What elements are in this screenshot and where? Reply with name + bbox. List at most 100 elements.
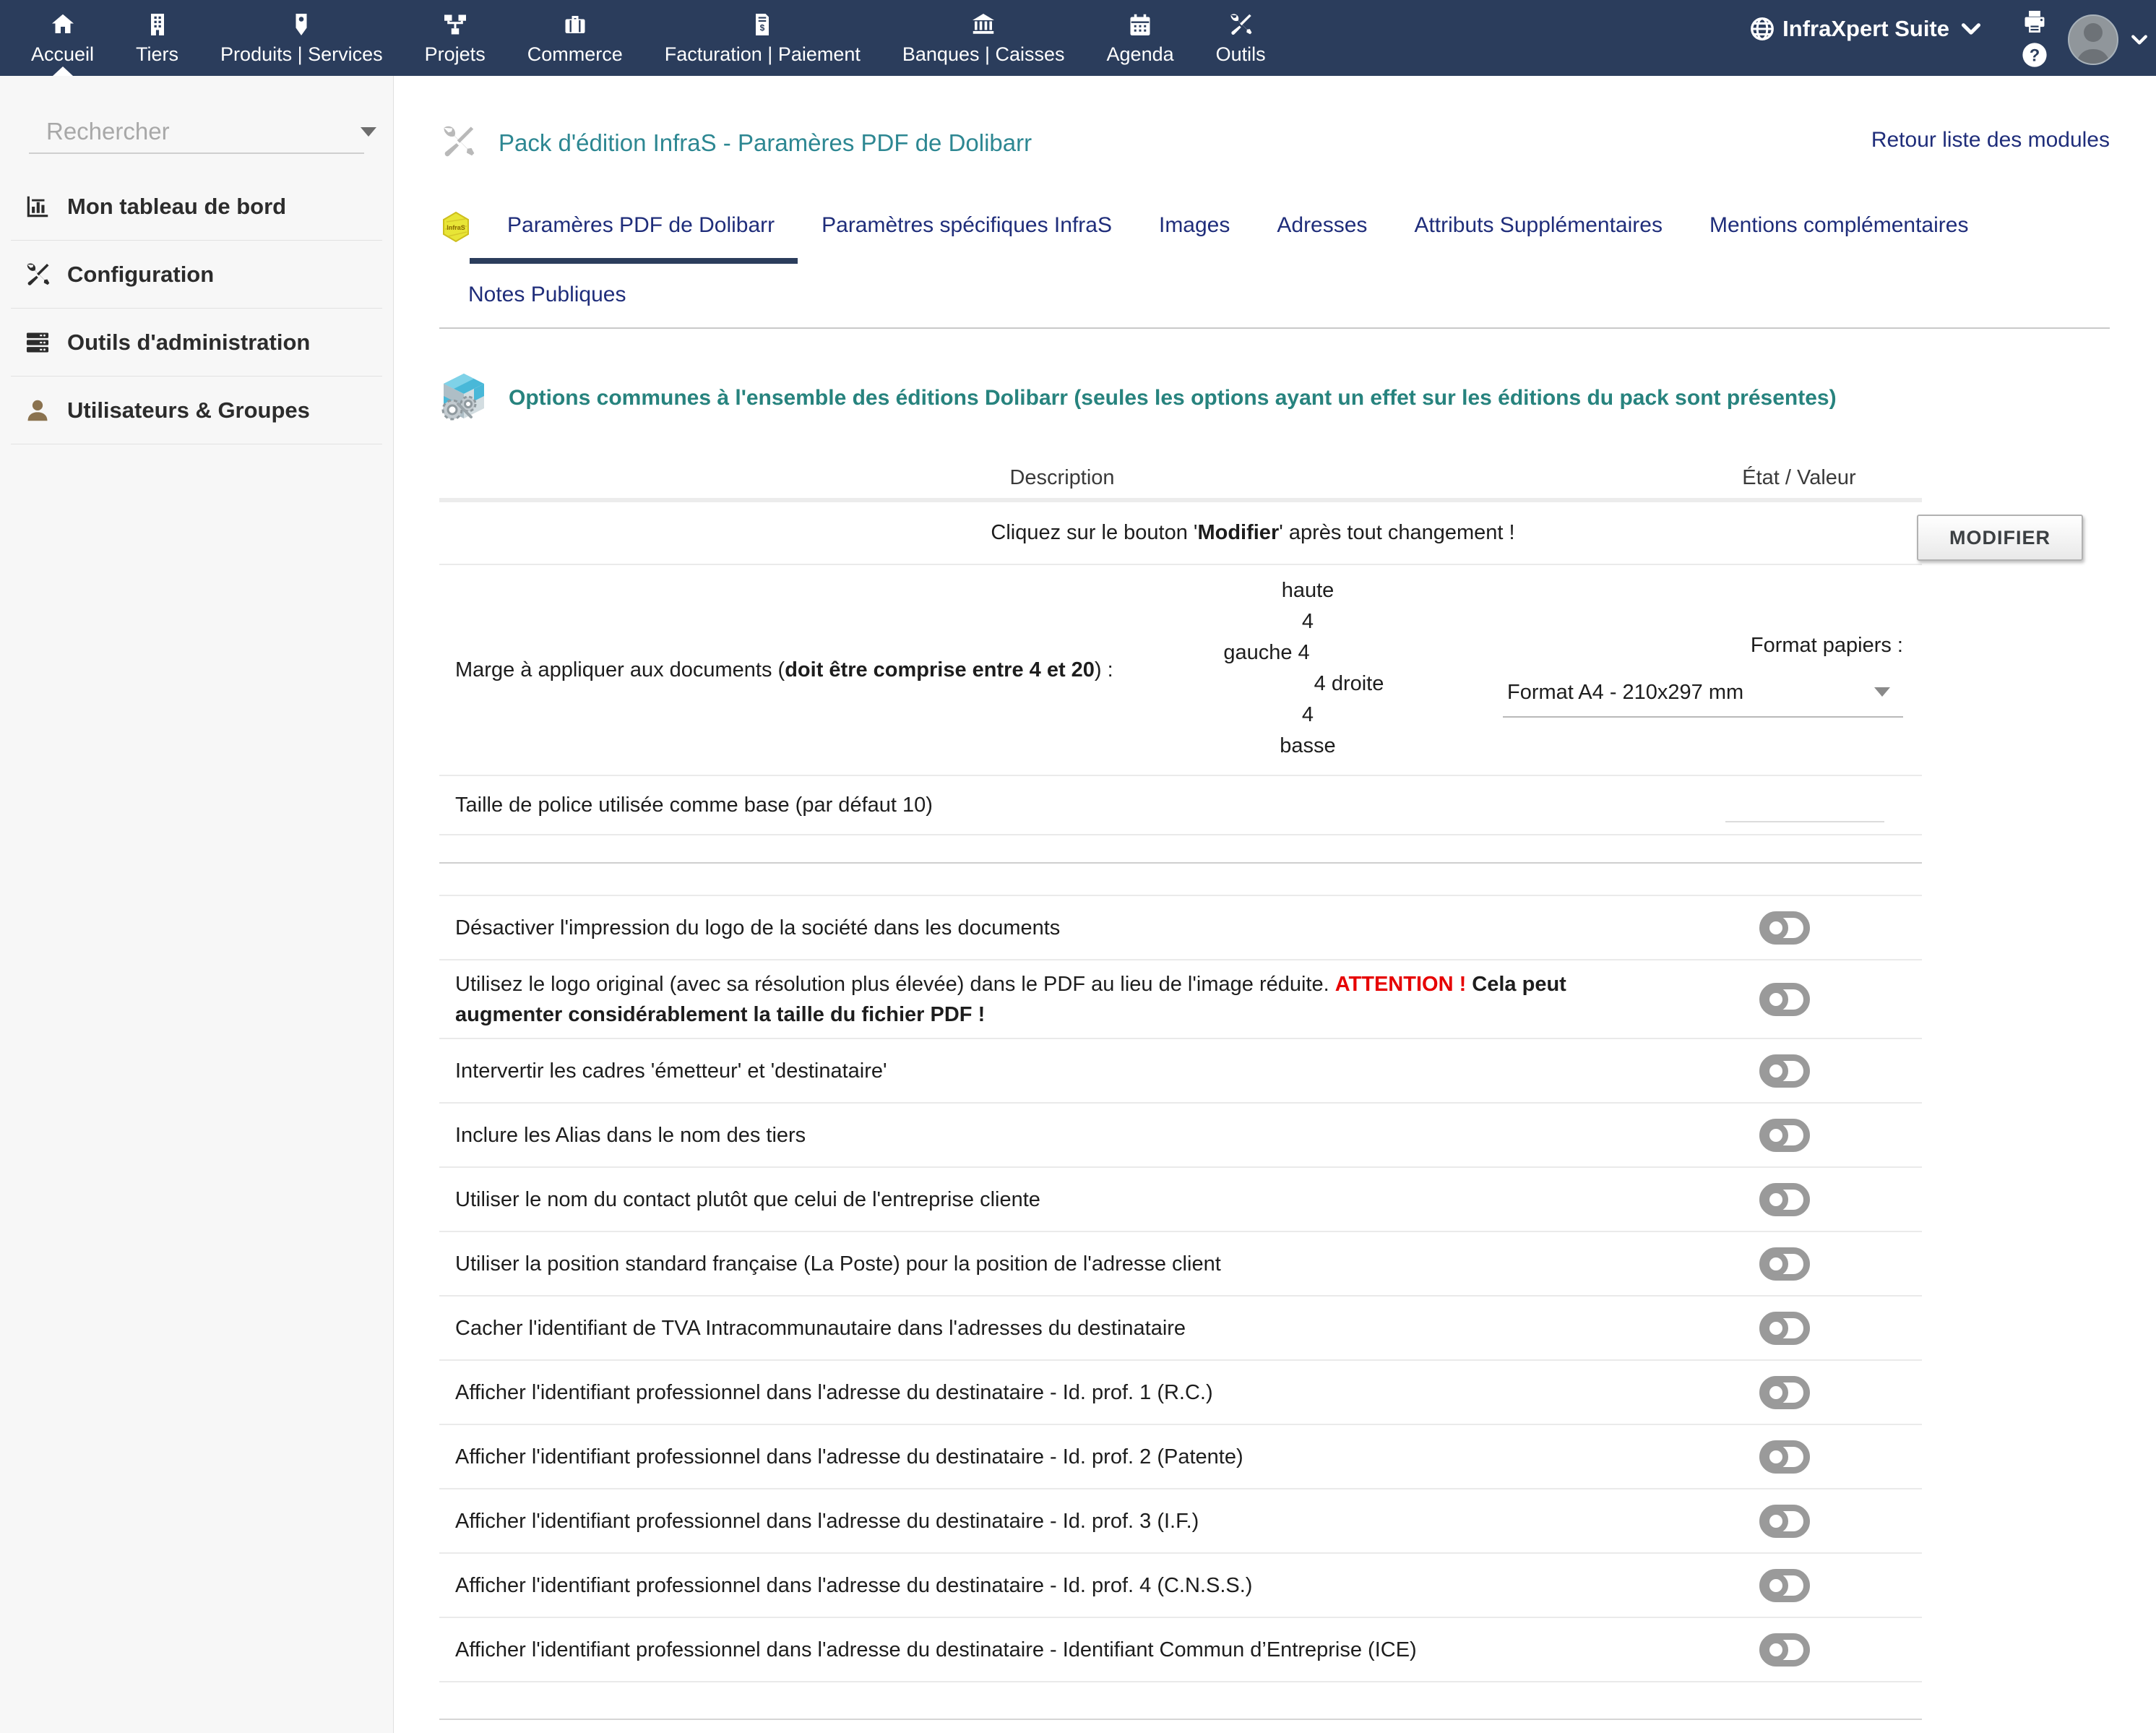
- search-box: [29, 111, 364, 154]
- table-row-toggle: Afficher l'identifiant professionnel dan…: [439, 1425, 1922, 1489]
- margins-values: haute 4 gauche 4 4 droite 4 basse: [1178, 575, 1438, 762]
- table-row-toggle: Inclure les Alias dans le nom des tiers: [439, 1104, 1922, 1168]
- nav-label: Produits | Services: [220, 43, 383, 66]
- nav-outils[interactable]: Outils: [1202, 0, 1280, 76]
- toggle-off-icon[interactable]: [1759, 982, 1811, 1017]
- table-row-font-size: Taille de police utilisée comme base (pa…: [439, 776, 1922, 835]
- tools-icon: [439, 123, 477, 164]
- sidebar-item-label: Mon tableau de bord: [67, 194, 286, 220]
- toggle-off-icon[interactable]: [1759, 1118, 1811, 1153]
- tab-notes-publiques[interactable]: Notes Publiques: [468, 283, 626, 307]
- font-size-input[interactable]: [1725, 788, 1884, 822]
- margin-left: gauche 4: [1137, 637, 1397, 668]
- tab-images[interactable]: Images: [1159, 213, 1230, 264]
- print-button[interactable]: [2020, 7, 2049, 36]
- paper-format-label: Format papiers :: [1503, 634, 1903, 658]
- top-navbar: Accueil Tiers Produits | Services Projet…: [0, 0, 2156, 76]
- option-label: Afficher l'identifiant professionnel dan…: [439, 1635, 1417, 1665]
- table-row-toggle: Afficher l'identifiant professionnel dan…: [439, 1361, 1922, 1425]
- margin-bottom-label: basse: [1178, 731, 1438, 762]
- nav-label: Banques | Caisses: [902, 43, 1065, 66]
- sidebar-item-label: Utilisateurs & Groupes: [67, 397, 310, 423]
- hint-bold: Modifier: [1197, 521, 1279, 544]
- toggle-off-icon[interactable]: [1759, 1311, 1811, 1346]
- table-row-margins: Marge à appliquer aux documents (doit êt…: [439, 565, 1922, 776]
- nav-accueil[interactable]: Accueil: [17, 0, 108, 76]
- hint-post: ' après tout changement !: [1279, 521, 1514, 544]
- avatar[interactable]: [2068, 14, 2118, 65]
- suitcase-icon: [562, 10, 588, 39]
- toggle-off-icon[interactable]: [1759, 1633, 1811, 1667]
- caret-down-icon: [1874, 687, 1890, 697]
- tab-adresses[interactable]: Adresses: [1277, 213, 1367, 264]
- main-content: Pack d'édition InfraS - Paramères PDF de…: [394, 76, 2156, 1733]
- search-input[interactable]: [45, 117, 355, 146]
- toggle-off-icon[interactable]: [1759, 1440, 1811, 1474]
- sidebar-item-label: Outils d'administration: [67, 330, 310, 356]
- nav-banques-caisses[interactable]: Banques | Caisses: [888, 0, 1079, 76]
- help-button[interactable]: [2020, 40, 2049, 69]
- table-row-toggle: Afficher l'identifiant professionnel dan…: [439, 1554, 1922, 1618]
- chevron-down-icon[interactable]: [2129, 29, 2150, 51]
- margin-bottom-value: 4: [1178, 700, 1438, 731]
- infras-logo-icon: [439, 210, 473, 244]
- warning-text: ATTENTION !: [1335, 973, 1467, 996]
- option-label: Cacher l'identifiant de TVA Intracommuna…: [439, 1313, 1186, 1343]
- font-size-label: Taille de police utilisée comme base (pa…: [439, 790, 933, 820]
- modify-hint: Cliquez sur le bouton 'Modifier' après t…: [439, 521, 1922, 545]
- nav-projets[interactable]: Projets: [410, 0, 500, 76]
- column-description: Description: [1009, 466, 1114, 490]
- search-caret-icon[interactable]: [361, 127, 376, 137]
- table-row-toggle: Désactiver l'impression du logo de la so…: [439, 896, 1922, 960]
- sidebar-item-label: Configuration: [67, 262, 214, 288]
- back-to-modules-link[interactable]: Retour liste des modules: [1871, 128, 2110, 152]
- toggle-off-icon[interactable]: [1759, 1054, 1811, 1088]
- option-label: Désactiver l'impression du logo de la so…: [439, 913, 1060, 943]
- tab-parametres-infras[interactable]: Paramètres spécifiques InfraS: [822, 213, 1112, 264]
- building-icon: [145, 10, 171, 39]
- toggle-off-icon[interactable]: [1759, 1504, 1811, 1539]
- sidebar-item-dashboard[interactable]: Mon tableau de bord: [11, 173, 382, 241]
- table-row-toggle: Utiliser la position standard française …: [439, 1232, 1922, 1296]
- nav-facturation-paiement[interactable]: Facturation | Paiement: [650, 0, 875, 76]
- nav-agenda[interactable]: Agenda: [1092, 0, 1189, 76]
- nav-commerce[interactable]: Commerce: [513, 0, 637, 76]
- calendar-icon: [1127, 10, 1153, 39]
- nav-label: Accueil: [31, 43, 94, 66]
- sidebar-menu: Mon tableau de bord Configuration Outils…: [0, 173, 393, 444]
- table-header: Description État / Valeur: [439, 466, 1922, 502]
- tab-attributs[interactable]: Attributs Supplémentaires: [1414, 213, 1663, 264]
- option-label: Afficher l'identifiant professionnel dan…: [439, 1377, 1213, 1408]
- toggle-off-icon[interactable]: [1759, 1247, 1811, 1281]
- project-diagram-icon: [442, 10, 468, 39]
- chart-bar-icon: [21, 193, 54, 220]
- margin-top-value: 4: [1178, 606, 1438, 637]
- sidebar-item-users-groups[interactable]: Utilisateurs & Groupes: [11, 377, 382, 444]
- nav-produits-services[interactable]: Produits | Services: [206, 0, 397, 76]
- paper-format-select[interactable]: Format A4 - 210x297 mm: [1503, 668, 1903, 718]
- option-label: Inclure les Alias dans le nom des tiers: [439, 1120, 806, 1151]
- page-header: Pack d'édition InfraS - Paramères PDF de…: [439, 118, 2110, 168]
- toggle-off-icon[interactable]: [1759, 1375, 1811, 1410]
- nav-label: Commerce: [527, 43, 623, 66]
- table-row-toggle: Intervertir les cadres 'émetteur' et 'de…: [439, 1039, 1922, 1104]
- toggle-off-icon[interactable]: [1759, 911, 1811, 945]
- margin-top-label: haute: [1178, 575, 1438, 606]
- nav-label: Projets: [425, 43, 486, 66]
- column-state-value: État / Valeur: [1742, 466, 1855, 490]
- option-label: Utiliser la position standard française …: [439, 1249, 1221, 1279]
- toggle-off-icon[interactable]: [1759, 1568, 1811, 1603]
- modify-button[interactable]: MODIFIER: [1917, 515, 2083, 561]
- question-icon: [2021, 41, 2048, 69]
- server-icon: [21, 329, 54, 356]
- tab-mentions[interactable]: Mentions complémentaires: [1709, 213, 1969, 264]
- nav-tiers[interactable]: Tiers: [121, 0, 193, 76]
- sidebar-item-admin-tools[interactable]: Outils d'administration: [11, 309, 382, 377]
- toggle-off-icon[interactable]: [1759, 1182, 1811, 1217]
- table-row-toggle: Utilisez le logo original (avec sa résol…: [439, 960, 1922, 1039]
- entity-switcher[interactable]: InfraXpert Suite: [1749, 16, 1991, 42]
- sidebar-item-configuration[interactable]: Configuration: [11, 241, 382, 309]
- section-title: Options communes à l'ensemble des éditio…: [509, 386, 1837, 410]
- app-window: Accueil Tiers Produits | Services Projet…: [0, 0, 2156, 1733]
- tab-parametres-pdf[interactable]: Paramères PDF de Dolibarr: [507, 213, 775, 264]
